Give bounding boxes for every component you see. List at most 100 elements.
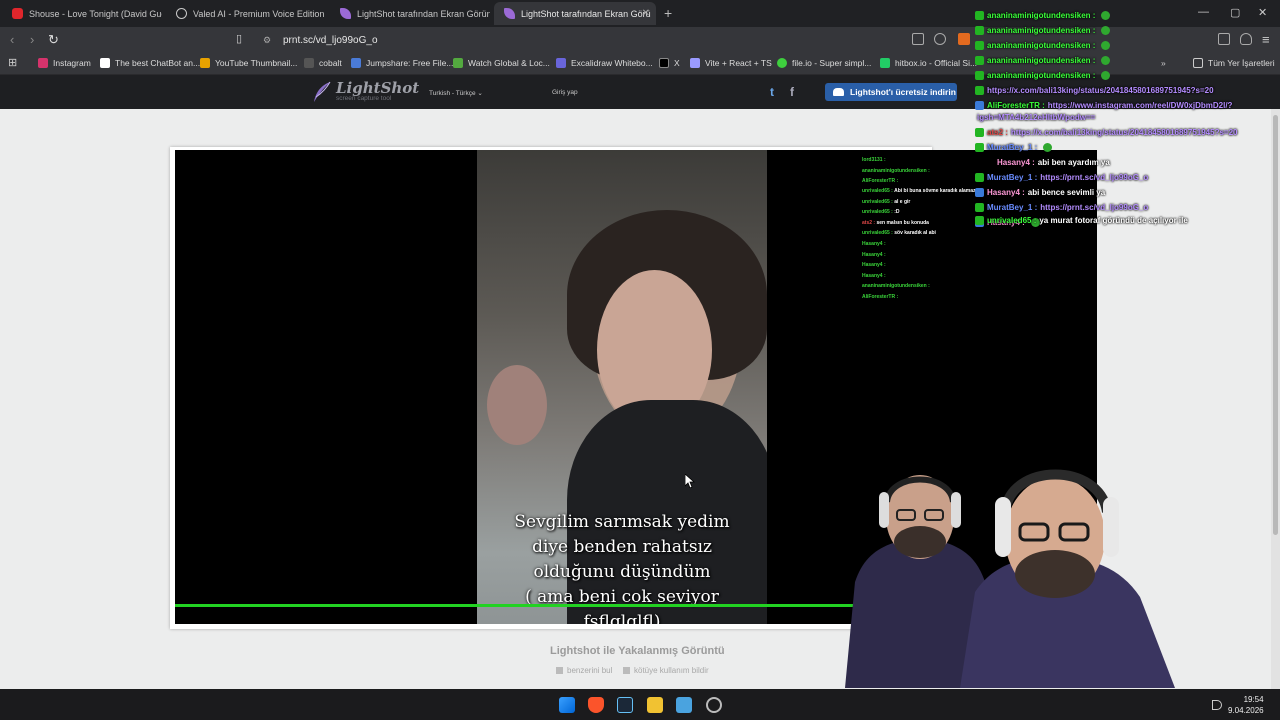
chat-link: https://x.com/bali13king/status/20418458… xyxy=(987,86,1214,95)
subtitle-line: olduğunu düşündüm xyxy=(533,562,711,582)
tab-title: LightShot tarafından Ekran Görüntüs xyxy=(357,8,490,19)
chat-user: Hasany4 : xyxy=(862,262,886,268)
chat-user: ats2 : xyxy=(987,128,1008,137)
brave-browser-icon[interactable] xyxy=(588,697,604,713)
find-similar-link[interactable]: benzerini bul xyxy=(556,666,612,675)
twitter-icon[interactable]: t xyxy=(770,85,774,99)
excalidraw-icon xyxy=(556,58,566,68)
chat-user: Hasany4 : xyxy=(987,188,1025,197)
tab-lightshot-1[interactable]: LightShot tarafından Ekran Görüntüs xyxy=(330,2,490,25)
chat-text: Abi bi buna sövme karadık alamazsın xyxy=(894,188,983,194)
clock-date: 9.04.2026 xyxy=(1228,706,1264,715)
chat-user: unrivaled65 : xyxy=(862,188,893,194)
tab-valed[interactable]: Valed AI - Premium Voice Edition xyxy=(166,2,326,25)
chat-user: ats2 : xyxy=(862,220,876,226)
chat-link: igsh=MTA4b212eHltbWpodw== xyxy=(977,113,1096,122)
mod-badge-icon xyxy=(975,143,984,152)
apps-grid-icon[interactable]: ⊞ xyxy=(8,56,17,69)
mouse-cursor-icon xyxy=(685,474,695,488)
file-explorer-icon[interactable] xyxy=(647,697,663,713)
chat-user: AliForesterTR : xyxy=(987,101,1045,110)
bookmark-watch-global[interactable]: Watch Global & Loc... xyxy=(453,58,550,68)
subtitle-line: fsflglglfl) xyxy=(583,612,661,624)
system-clock[interactable]: 19:54 9.04.2026 xyxy=(1228,694,1264,716)
site-info-icon[interactable]: ⚙ xyxy=(263,35,271,46)
tab-lightshot-active[interactable]: LightShot tarafından Ekran Görü ✕ xyxy=(494,2,656,25)
emote-icon xyxy=(1043,143,1053,152)
sub-badge-icon xyxy=(975,188,984,197)
chat-user: Hasany4 : xyxy=(862,241,886,247)
report-label: kötüye kullanım bildir xyxy=(634,666,709,675)
bookmark-vite[interactable]: Vite + React + TS xyxy=(690,58,772,68)
download-button[interactable]: Lightshot'ı ücretsiz indirin xyxy=(825,83,957,101)
download-label: Lightshot'ı ücretsiz indirin xyxy=(850,87,956,97)
cobalt-icon xyxy=(304,58,314,68)
tv-icon xyxy=(453,58,463,68)
mod-badge-icon xyxy=(975,128,984,137)
chat-link: https://www.instagram.com/reel/DW0xjDbmD… xyxy=(1047,101,1233,110)
subtitle-line: diye benden rahatsız xyxy=(532,537,712,557)
bookmark-excalidraw[interactable]: Excalidraw Whitebo... xyxy=(556,58,653,68)
reload-icon[interactable]: ↻ xyxy=(48,32,59,48)
logo-name: LightShot xyxy=(336,79,420,97)
volume-icon[interactable] xyxy=(1212,700,1222,710)
tab-youtube[interactable]: Shouse - Love Tonight (David Guetta xyxy=(2,2,162,25)
chat-user: lord3131 : xyxy=(862,157,886,163)
video-progress-bar[interactable] xyxy=(175,604,939,607)
x-icon xyxy=(659,58,669,68)
tab-title: LightShot tarafından Ekran Görü xyxy=(521,8,651,19)
bookmark-hitbox[interactable]: hitbox.io - Official Si... xyxy=(880,58,977,68)
bookmark-icon[interactable]: ▯ xyxy=(236,32,242,45)
language-select[interactable]: Turkish - Türkçe ⌄ xyxy=(429,89,483,97)
new-tab-button[interactable]: + xyxy=(664,5,672,21)
bookmark-label: The best ChatBot an... xyxy=(115,58,201,68)
chat-text: abi bence sevimli ya xyxy=(1027,188,1106,197)
background-man xyxy=(487,365,547,445)
tab-title: Valed AI - Premium Voice Edition xyxy=(193,8,325,19)
bookmark-x[interactable]: X xyxy=(659,58,680,68)
chat-user: unrivaled65 : xyxy=(987,216,1037,225)
bookmark-cobalt[interactable]: cobalt xyxy=(304,58,342,68)
address-bar[interactable]: ⚙ prnt.sc/vd_ljo99oG_o xyxy=(255,30,985,50)
chat-user: ananinaminigotundensiken : xyxy=(987,26,1096,35)
bookmark-fileio[interactable]: file.io - Super simpl... xyxy=(777,58,871,68)
back-icon[interactable]: ‹ xyxy=(10,32,14,47)
thumbnail-icon xyxy=(200,58,210,68)
steam-icon[interactable] xyxy=(617,697,633,713)
share-icon[interactable] xyxy=(934,33,946,45)
flag-icon xyxy=(623,667,630,674)
bookmark-label: Instagram xyxy=(53,58,91,68)
bookmark-chatbot[interactable]: The best ChatBot an... xyxy=(100,58,200,68)
facebook-icon[interactable]: f xyxy=(790,85,794,99)
bookmark-instagram[interactable]: Instagram xyxy=(38,58,91,68)
language-label: Turkish - Türkçe xyxy=(429,90,476,97)
brave-shield-icon[interactable] xyxy=(958,33,970,45)
cast-icon[interactable] xyxy=(912,33,924,45)
jumpshare-icon xyxy=(351,58,361,68)
bookmark-jumpshare[interactable]: Jumpshare: Free File... xyxy=(351,58,453,68)
bookmark-label: Excalidraw Whitebo... xyxy=(571,58,653,68)
login-link[interactable]: Giriş yap xyxy=(552,89,578,96)
bookmark-label: cobalt xyxy=(319,58,342,68)
chat-user: Hasany4 : xyxy=(862,252,886,258)
chat-user: ananinaminigotundensiken : xyxy=(987,71,1096,80)
bookmark-youtube-thumbnail[interactable]: YouTube Thumbnail... xyxy=(200,58,297,68)
windows-start-icon[interactable] xyxy=(559,697,575,713)
mod-badge-icon xyxy=(975,86,984,95)
settings-gear-icon[interactable] xyxy=(706,697,722,713)
video-frame: Sevgilim sarımsak yedim diye benden raha… xyxy=(477,150,767,624)
chat-user: unrivaled65 : xyxy=(862,209,893,215)
emote-icon xyxy=(1101,41,1111,50)
close-tab-icon[interactable]: ✕ xyxy=(642,8,650,19)
feather-icon xyxy=(314,81,331,102)
lightshot-logo[interactable]: LightShot screen capture tool xyxy=(312,81,419,103)
chat-link: https://prnt.sc/vd_ljo99oG_o xyxy=(1040,173,1149,182)
forward-icon[interactable]: › xyxy=(30,32,34,47)
subtitle-line: Sevgilim sarımsak yedim xyxy=(514,512,730,532)
store-icon[interactable] xyxy=(676,697,692,713)
chat-last-line: unrivaled65 : ya murat fotoraf göründü de… xyxy=(975,216,1188,225)
sub-badge-icon xyxy=(975,101,984,110)
mod-badge-icon xyxy=(975,41,984,50)
find-similar-label: benzerini bul xyxy=(567,666,613,675)
report-abuse-link[interactable]: kötüye kullanım bildir xyxy=(623,666,709,675)
